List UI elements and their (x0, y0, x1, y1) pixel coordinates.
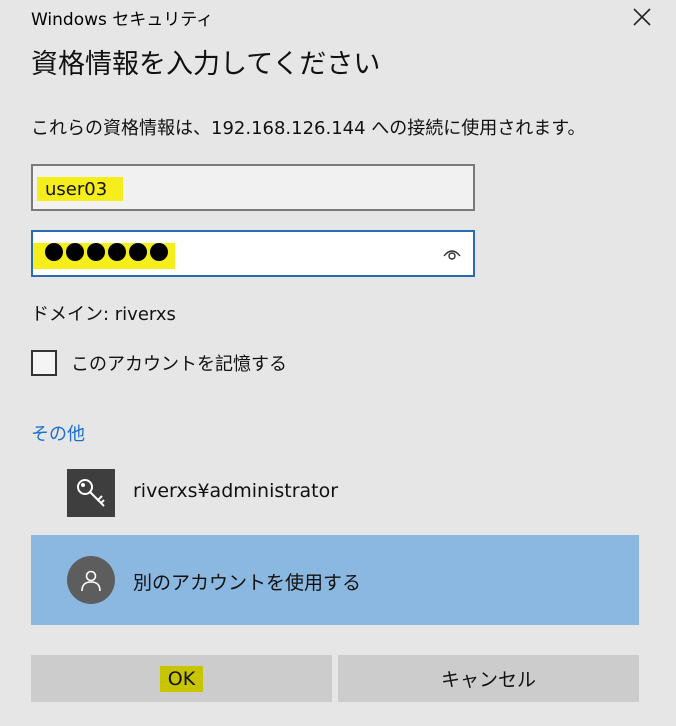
ok-button[interactable]: OK (31, 655, 332, 702)
remember-checkbox[interactable]: このアカウントを記憶する (31, 350, 287, 376)
window-title: Windows セキュリティ (31, 10, 214, 30)
username-field[interactable]: user03 (31, 164, 475, 211)
password-dot (66, 243, 84, 261)
key-icon (67, 469, 115, 517)
remember-label: このアカウントを記憶する (71, 354, 287, 375)
cancel-button[interactable]: キャンセル (338, 655, 639, 702)
person-icon (67, 556, 115, 604)
password-dot (45, 243, 63, 261)
dialog-heading: 資格情報を入力してください (31, 49, 381, 80)
account-label: 別のアカウントを使用する (133, 572, 362, 594)
reveal-password-icon[interactable] (443, 246, 461, 265)
password-dot (150, 243, 168, 261)
account-option-other[interactable]: 別のアカウントを使用する (31, 535, 639, 625)
checkbox-box[interactable] (31, 350, 57, 376)
close-icon (633, 8, 651, 26)
account-label: riverxs¥administrator (133, 480, 339, 502)
password-field[interactable] (31, 230, 475, 277)
cancel-label: キャンセル (440, 669, 536, 691)
ok-label: OK (159, 665, 204, 692)
more-choices-link[interactable]: その他 (31, 420, 85, 446)
domain-text: ドメイン: riverxs (31, 304, 176, 325)
password-mask (45, 243, 168, 261)
password-dot (87, 243, 105, 261)
close-button[interactable] (622, 0, 662, 34)
password-dot (129, 243, 147, 261)
password-dot (108, 243, 126, 261)
account-option-administrator[interactable]: riverxs¥administrator (31, 466, 639, 520)
dialog-message: これらの資格情報は、192.168.126.144 への接続に使用されます。 (31, 118, 586, 139)
username-value: user03 (45, 179, 108, 200)
